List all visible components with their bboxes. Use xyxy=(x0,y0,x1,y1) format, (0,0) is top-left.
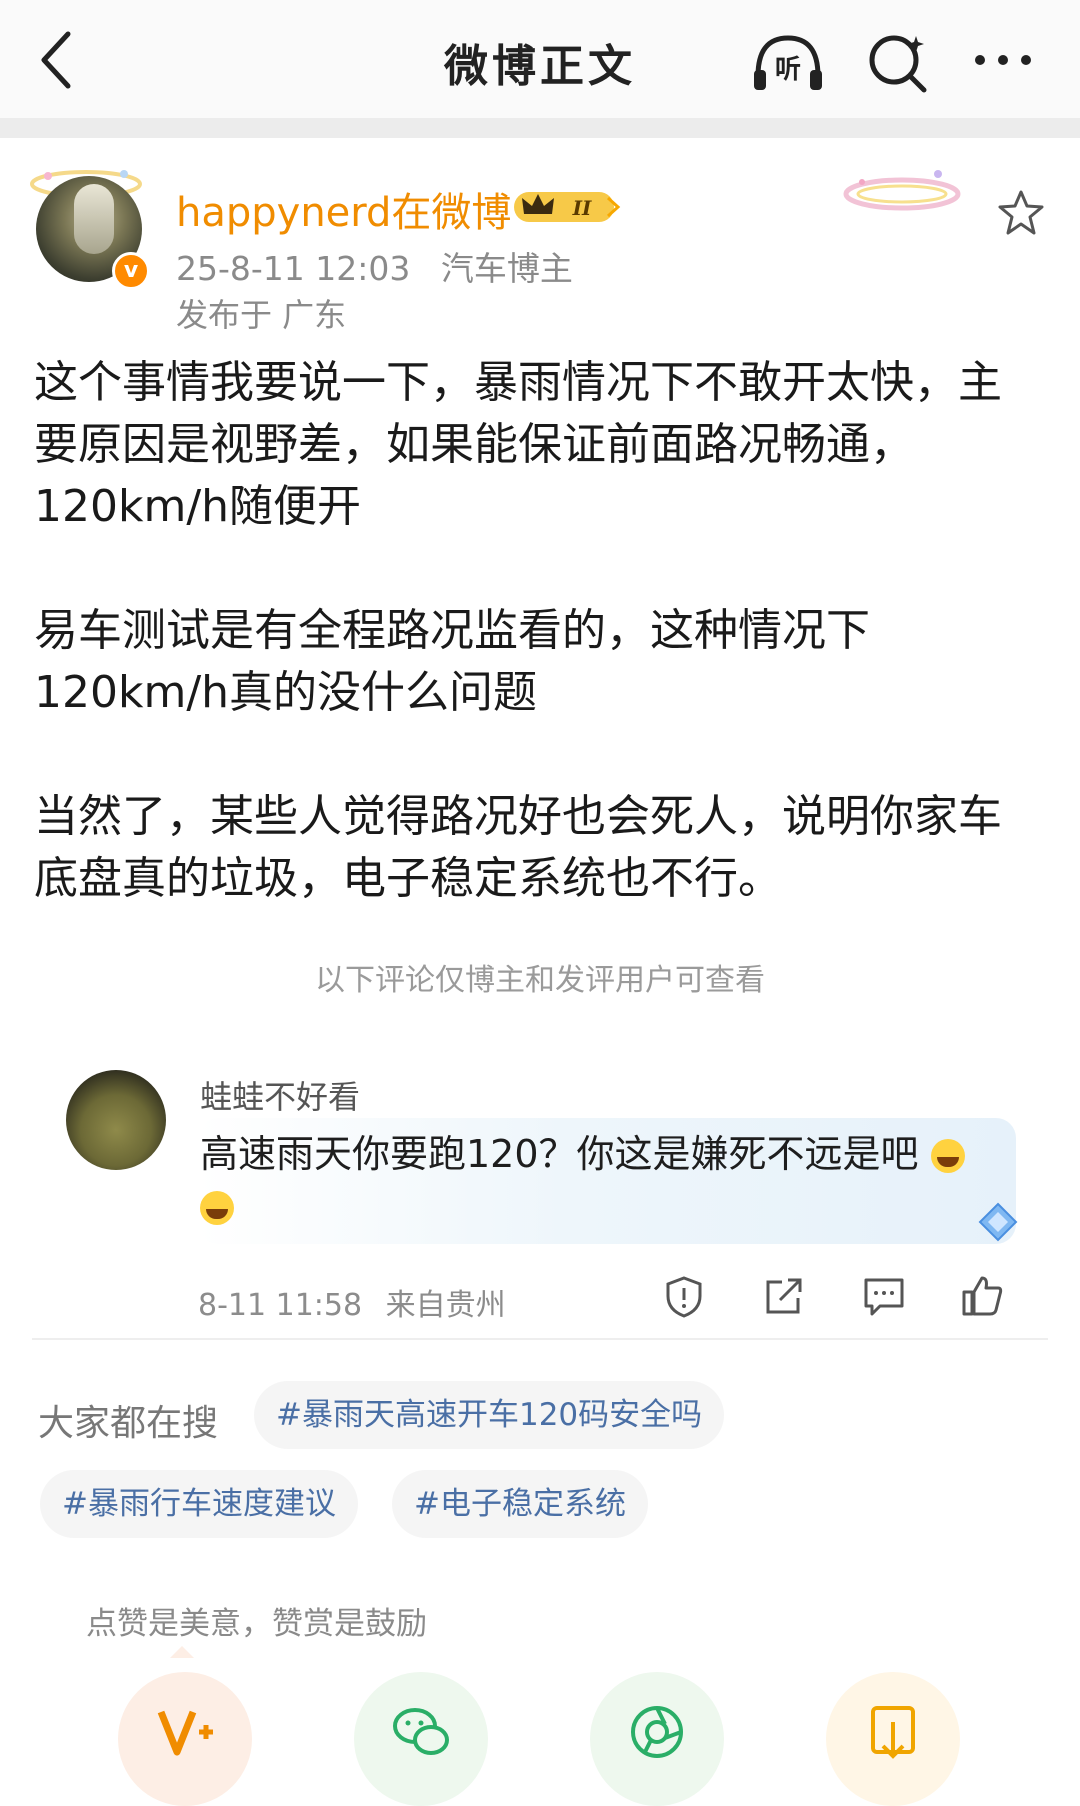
post-location: 发布于 广东 xyxy=(176,296,347,334)
post-meta: 25-8-11 12:03 汽车博主 xyxy=(176,242,593,290)
comment-text: 高速雨天你要跑120？你这是嫌死不远是吧 xyxy=(200,1128,1000,1232)
svg-text:II: II xyxy=(572,196,592,220)
svg-text:听: 听 xyxy=(775,55,801,85)
vplus-icon xyxy=(157,1710,213,1756)
comment-divider xyxy=(32,1338,1048,1340)
post-content: 这个事情我要说一下，暴雨情况下不敢开太快，主要原因是视野差，如果能保证前面路况畅… xyxy=(34,352,1044,972)
comment-time: 8-11 11:58 xyxy=(198,1288,363,1323)
hot-search-tag[interactable]: #暴雨天高速开车120码安全吗 xyxy=(254,1381,725,1449)
search-icon[interactable] xyxy=(866,30,930,94)
commenter-avatar[interactable] xyxy=(66,1070,166,1170)
moments-share-button[interactable] xyxy=(590,1672,724,1806)
author-username[interactable]: happynerd在微博 xyxy=(176,180,511,238)
comment-meta: 8-11 11:58 来自贵州 xyxy=(198,1280,520,1324)
reward-prompt: 点赞是美意，赞赏是鼓励 xyxy=(86,1606,427,1642)
post-paragraph: 当然了，某些人觉得路况好也会死人，说明你家车底盘真的垃圾，电子稳定系统也不行。 xyxy=(34,791,1002,904)
wechat-share-button[interactable] xyxy=(354,1672,488,1806)
reply-comment-icon[interactable] xyxy=(862,1274,906,1318)
save-image-button[interactable] xyxy=(826,1672,960,1806)
reward-pointer xyxy=(170,1646,194,1658)
more-options-icon[interactable] xyxy=(972,40,1034,80)
author-tag: 汽车博主 xyxy=(440,249,573,288)
post-paragraph: 这个事情我要说一下，暴雨情况下不敢开太快，主要原因是视野差，如果能保证前面路况畅… xyxy=(34,357,1002,532)
moments-aperture-icon xyxy=(631,1706,683,1758)
hot-search-tag[interactable]: #暴雨行车速度建议 xyxy=(40,1470,358,1538)
laughing-crying-emoji-icon xyxy=(930,1139,965,1173)
decoration-card-icon xyxy=(843,170,961,211)
favorite-star-icon[interactable] xyxy=(996,188,1046,238)
comment-source: 来自贵州 xyxy=(385,1288,506,1323)
hot-search-tag[interactable]: #电子稳定系统 xyxy=(392,1470,648,1538)
post-time: 25-8-11 12:03 xyxy=(176,249,411,288)
report-icon[interactable] xyxy=(662,1274,706,1318)
hot-search-label: 大家都在搜 xyxy=(38,1403,219,1444)
like-thumb-icon[interactable] xyxy=(960,1274,1004,1318)
diamond-decoration-icon xyxy=(978,1202,1018,1242)
share-icon[interactable] xyxy=(762,1274,806,1318)
comment-body: 高速雨天你要跑120？你这是嫌死不远是吧 xyxy=(200,1132,919,1176)
section-divider xyxy=(0,118,1080,138)
verified-badge-icon: v xyxy=(112,252,150,290)
comment-visibility-note: 以下评论仅博主和发评用户可查看 xyxy=(315,963,765,998)
listen-headphones-icon[interactable]: 听 xyxy=(750,32,826,92)
laughing-crying-emoji-icon xyxy=(200,1191,234,1225)
vplus-reward-button[interactable] xyxy=(118,1672,252,1806)
member-crown-badge-icon[interactable]: II xyxy=(512,186,624,226)
post-paragraph: 易车测试是有全程路况监看的，这种情况下120km/h真的没什么问题 xyxy=(34,605,870,718)
download-save-icon xyxy=(871,1706,915,1759)
wechat-icon xyxy=(393,1708,449,1755)
commenter-name[interactable]: 蛙蛙不好看 xyxy=(200,1072,360,1118)
